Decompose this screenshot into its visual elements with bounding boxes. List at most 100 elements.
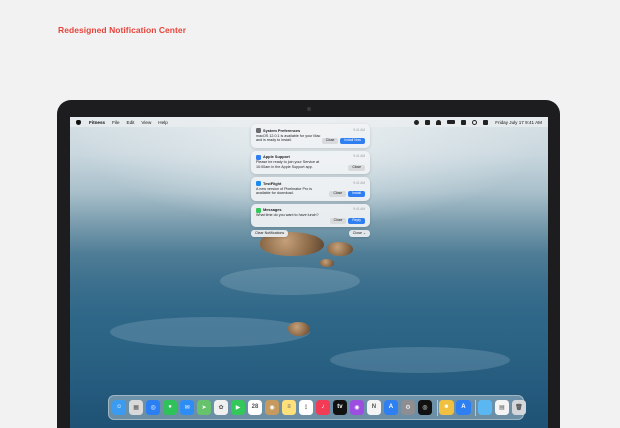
trash-glyph: 🗑 <box>515 404 523 411</box>
notification-body: What time do you want to have lunch? <box>256 213 319 218</box>
apple-support-icon <box>256 154 261 160</box>
app-store-glyph: A <box>388 404 394 411</box>
notification-body: A new version of Pixelmator Pro is avail… <box>256 186 312 196</box>
trash-icon[interactable]: 🗑 <box>511 400 527 415</box>
apple-tv-glyph: tv <box>337 404 343 411</box>
memoji-icon[interactable]: ☻ <box>439 400 454 415</box>
menu-item-help[interactable]: Help <box>158 120 167 125</box>
status-area: Friday July 17 9:41 AM <box>408 119 542 125</box>
gear-icon <box>256 128 261 133</box>
moon-icon[interactable] <box>414 119 420 125</box>
page: Redesigned Notification Center Fitness F… <box>0 0 620 428</box>
close-button[interactable]: Close <box>321 138 339 144</box>
desktop-screen: Fitness File Edit View Help Friday July … <box>70 117 548 428</box>
dock-separator <box>436 399 438 416</box>
menu-clock[interactable]: Friday July 17 9:41 AM <box>495 120 542 125</box>
menu-item-edit[interactable]: Edit <box>127 120 135 125</box>
facetime-glyph: ▶ <box>235 404 241 411</box>
wallpaper-wave <box>330 347 510 373</box>
notification-card[interactable]: Apple Support 9:41 AM Please be ready to… <box>251 150 370 174</box>
dock-separator <box>475 399 476 416</box>
notes-glyph: ≡ <box>287 404 291 411</box>
reply-button[interactable]: Reply <box>348 217 365 224</box>
close-button[interactable]: Close <box>348 164 365 171</box>
wallpaper-rock <box>288 322 310 336</box>
install-button[interactable]: Install <box>348 191 365 197</box>
notification-card[interactable]: TestFlight 9:41 AM A new version of Pixe… <box>251 177 370 201</box>
testflight-icon <box>256 181 261 186</box>
notification-footer: Clear Notifications Close ⌄ <box>251 230 370 237</box>
messages-icon[interactable]: ● <box>162 400 178 415</box>
notification-time: 9:41 AM <box>353 127 365 132</box>
notes-icon[interactable]: ≡ <box>281 400 297 415</box>
notification-app-name: Messages <box>263 207 282 213</box>
close-button[interactable]: Close <box>329 217 347 224</box>
podcasts-glyph: ◉ <box>354 404 360 411</box>
install-now-button[interactable]: Install Now <box>340 138 365 144</box>
podcasts-icon[interactable]: ◉ <box>349 400 365 415</box>
notification-app-name: Apple Support <box>263 154 290 160</box>
wallpaper-rock <box>327 242 353 256</box>
mail-icon[interactable]: ✉ <box>179 400 195 415</box>
document-icon[interactable]: ▤ <box>494 400 510 415</box>
document-glyph: ▤ <box>499 404 505 411</box>
safari-icon[interactable]: ◎ <box>145 400 161 415</box>
control-center-icon[interactable] <box>483 119 489 125</box>
notification-body: macOS 12.0.1 is available for your Mac a… <box>256 133 321 143</box>
app-store-2-glyph: A <box>461 404 466 411</box>
mail-glyph: ✉ <box>184 404 190 411</box>
notification-card[interactable]: System Preferences 9:41 AM macOS 12.0.1 … <box>251 124 370 148</box>
camera-icon <box>307 107 311 111</box>
safari-glyph: ◎ <box>150 404 156 411</box>
launchpad-glyph: ▦ <box>133 404 139 411</box>
menu-item-view[interactable]: View <box>141 120 151 125</box>
apple-tv-icon[interactable]: tv <box>332 400 348 415</box>
maps-icon[interactable]: ➤ <box>196 400 212 415</box>
close-button[interactable]: Close <box>329 191 347 197</box>
wallpaper-wave <box>110 317 310 347</box>
battery-icon[interactable] <box>447 120 456 124</box>
facetime-icon[interactable]: ▶ <box>230 400 246 415</box>
messages-glyph: ● <box>168 404 172 411</box>
memoji-glyph: ☻ <box>443 404 450 411</box>
system-preferences-icon[interactable]: ⚙ <box>400 400 416 415</box>
notification-time: 9:41 AM <box>353 154 365 159</box>
calendar-icon[interactable]: 28 <box>247 400 263 415</box>
photos-icon[interactable]: ✿ <box>213 400 229 415</box>
user-icon[interactable] <box>461 119 467 125</box>
finder-icon[interactable]: ☺ <box>112 400 127 415</box>
wifi-icon[interactable] <box>436 119 442 125</box>
news-glyph: N <box>371 404 377 411</box>
reminders-glyph: ⋮ <box>302 404 309 411</box>
menu-item-file[interactable]: File <box>112 120 119 125</box>
macbook-frame: Fitness File Edit View Help Friday July … <box>57 100 560 428</box>
finder-glyph: ☺ <box>116 404 123 411</box>
news-icon[interactable]: N <box>366 400 382 415</box>
contacts-glyph: ◉ <box>269 404 275 411</box>
calendar-glyph: 28 <box>251 404 259 411</box>
search-icon[interactable] <box>472 119 478 125</box>
dock: ☺ ▦ ◎ ● ✉ ➤ ✿ ▶ 28 ◉ ≡ ⋮ ♪ tv ◉ N A ⚙ ◎ ☻ A ▤ 🗑 <box>108 395 527 420</box>
notification-body: Please be ready to join your Service at … <box>256 160 320 169</box>
airplay-icon[interactable] <box>425 119 431 125</box>
apple-logo-icon[interactable] <box>76 119 81 125</box>
music-icon[interactable]: ♪ <box>315 400 331 415</box>
launchpad-icon[interactable]: ▦ <box>128 400 144 415</box>
message-bubble-icon <box>256 207 261 213</box>
notification-card[interactable]: Messages 9:41 AM What time do you want t… <box>251 203 370 227</box>
system-preferences-glyph: ⚙ <box>405 404 411 411</box>
close-all-button[interactable]: Close ⌄ <box>348 230 370 237</box>
reminders-icon[interactable]: ⋮ <box>298 400 314 415</box>
app-store-icon[interactable]: A <box>383 400 399 415</box>
fitness-icon[interactable]: ◎ <box>417 400 433 415</box>
contacts-icon[interactable]: ◉ <box>264 400 280 415</box>
clear-notifications-button[interactable]: Clear Notifications <box>251 230 289 237</box>
app-store-2-icon[interactable]: A <box>456 400 471 415</box>
wallpaper-wave <box>220 267 360 295</box>
menu-app-name[interactable]: Fitness <box>89 120 105 125</box>
folder-icon[interactable] <box>477 400 493 415</box>
notification-app-name: TestFlight <box>263 180 282 186</box>
page-heading: Redesigned Notification Center <box>58 25 187 35</box>
notification-center: System Preferences 9:41 AM macOS 12.0.1 … <box>251 124 370 237</box>
notification-time: 9:41 AM <box>353 180 365 185</box>
